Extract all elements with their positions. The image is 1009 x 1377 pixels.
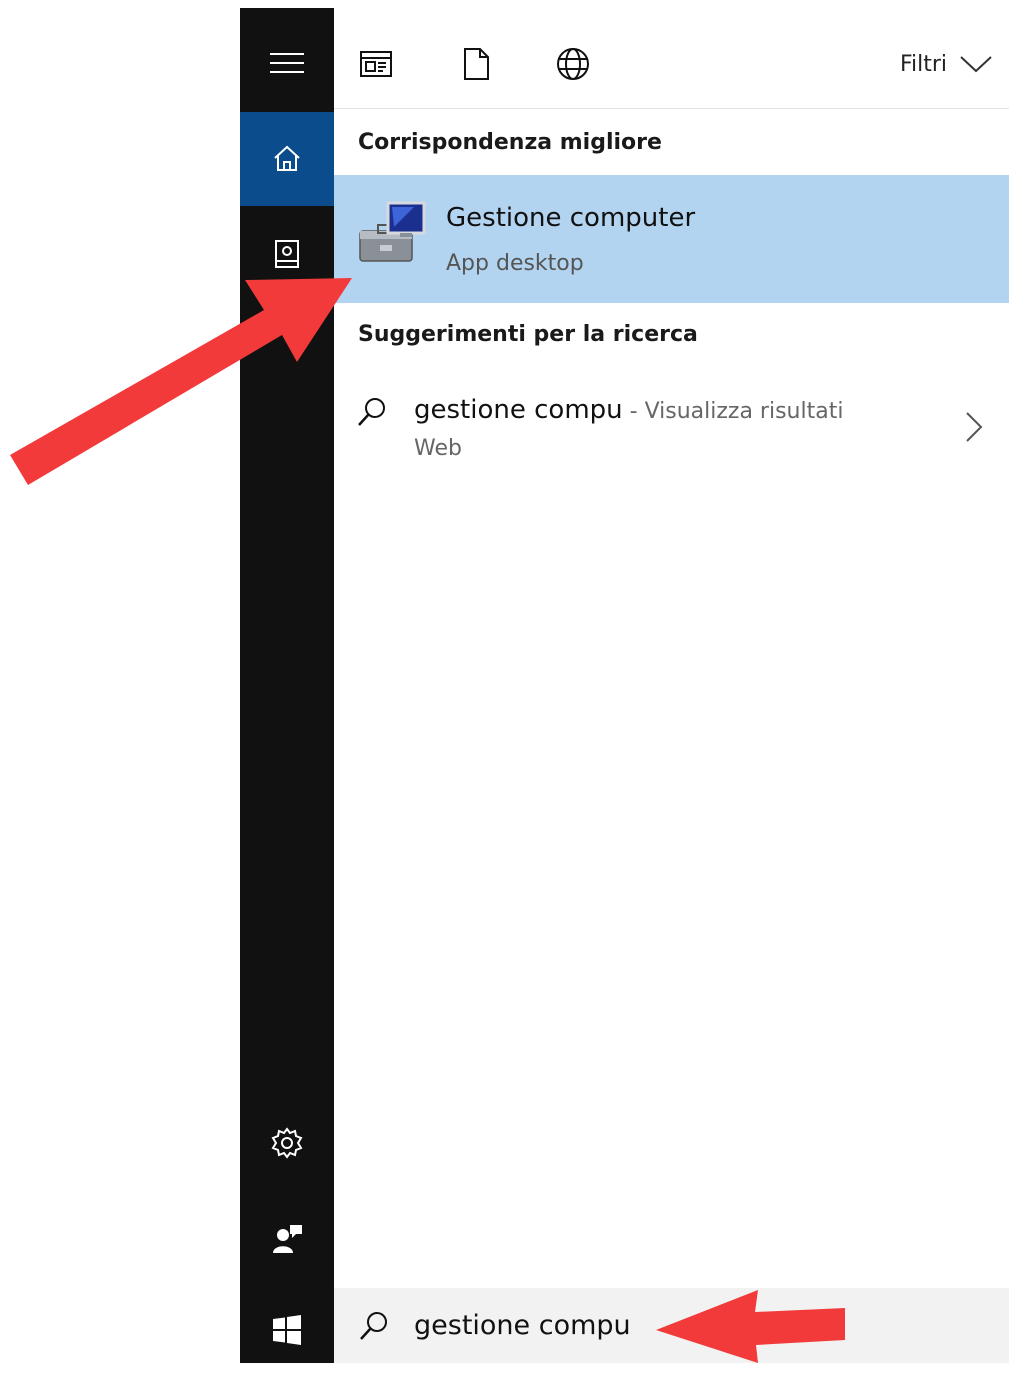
sidebar: [240, 8, 334, 1363]
suggestion-separator: -: [622, 399, 645, 424]
best-match-heading: Corrispondenza migliore: [358, 130, 662, 155]
home-button[interactable]: [240, 112, 334, 206]
chevron-right-icon: [966, 412, 983, 442]
web-icon: [557, 48, 589, 80]
best-match-result[interactable]: Gestione computer App desktop: [334, 175, 1009, 303]
filters-dropdown[interactable]: Filtri: [900, 44, 993, 84]
notebook-button[interactable]: [240, 208, 334, 302]
notebook-icon: [275, 240, 299, 268]
documents-filter-button[interactable]: [456, 44, 496, 84]
computer-management-icon: [359, 201, 426, 262]
feedback-icon: [273, 1225, 302, 1253]
menu-icon: [270, 53, 304, 73]
suggestion-text: gestione compu - Visualizza risultati: [414, 390, 934, 432]
apps-icon: [360, 51, 392, 77]
feedback-button[interactable]: [240, 1192, 334, 1286]
home-icon: [274, 145, 300, 171]
toolbar: Filtri: [334, 8, 1009, 109]
suggestions-heading: Suggerimenti per la ricerca: [358, 322, 698, 347]
suggestion-action-continued: Web: [414, 436, 462, 461]
web-suggestion-item[interactable]: gestione compu - Visualizza risultati We…: [334, 378, 1009, 488]
search-icon: [358, 398, 385, 426]
search-input-value[interactable]: gestione compu: [414, 1310, 631, 1341]
settings-button[interactable]: [240, 1096, 334, 1190]
chevron-down-icon: [960, 56, 992, 73]
document-icon: [464, 48, 489, 80]
web-filter-button[interactable]: [553, 44, 593, 84]
filters-label: Filtri: [899, 51, 947, 77]
suggestion-action: Visualizza risultati: [644, 399, 844, 424]
apps-filter-button[interactable]: [356, 44, 396, 84]
search-icon: [360, 1312, 387, 1340]
windows-icon: [273, 1315, 301, 1345]
suggestion-query: gestione compu: [414, 395, 623, 425]
search-panel: Filtri Corrispondenza migliore Gestione …: [334, 8, 1009, 1363]
best-match-title: Gestione computer: [446, 203, 696, 233]
search-box[interactable]: gestione compu: [334, 1288, 1009, 1363]
settings-icon: [271, 1127, 303, 1159]
best-match-subtitle: App desktop: [446, 251, 584, 276]
hamburger-menu-button[interactable]: [240, 16, 334, 110]
